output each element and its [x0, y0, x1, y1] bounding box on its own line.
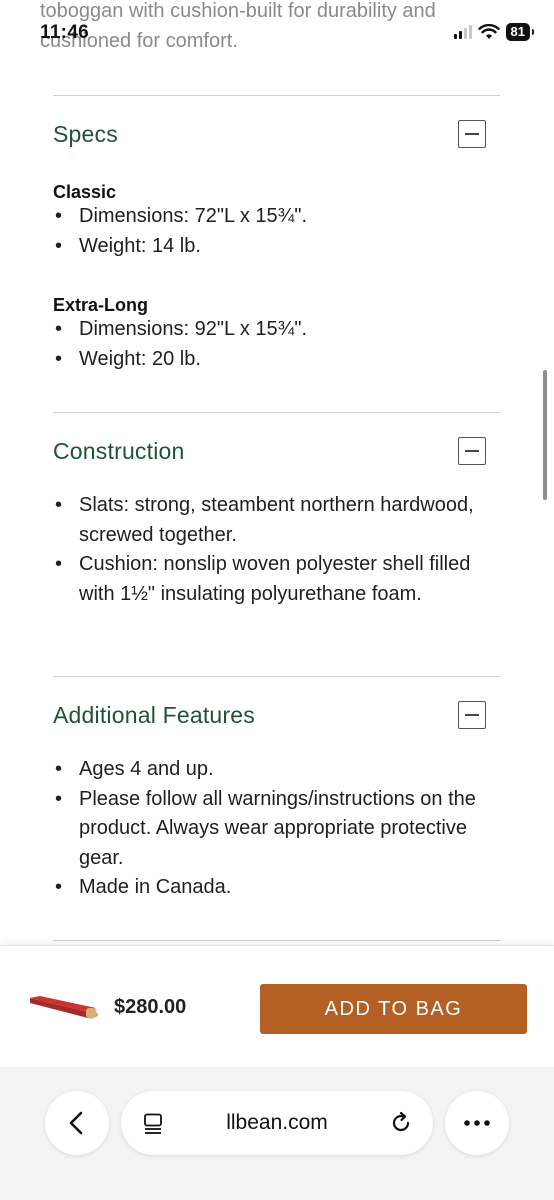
- divider: [53, 676, 500, 677]
- construction-list: Slats: strong, steambent northern hardwo…: [53, 491, 500, 609]
- status-bar: toboggan with cushion-built for durabili…: [0, 0, 554, 60]
- url-text: llbean.com: [226, 1111, 328, 1134]
- collapse-icon[interactable]: [458, 120, 486, 148]
- list-item: Dimensions: 92"L x 15¾".: [53, 315, 307, 345]
- address-bar[interactable]: llbean.com: [121, 1091, 433, 1155]
- spec-group-heading: Extra-Long: [53, 295, 149, 315]
- list-item: Slats: strong, steambent northern hardwo…: [53, 491, 500, 550]
- status-time: 11:46: [40, 22, 90, 43]
- back-arrow-icon: [69, 1111, 83, 1135]
- section-title: Specs: [53, 121, 118, 147]
- section-title: Construction: [53, 438, 185, 464]
- collapse-icon[interactable]: [458, 437, 486, 465]
- features-list: Ages 4 and up. Please follow all warning…: [53, 755, 500, 903]
- section-title: Additional Features: [53, 702, 255, 728]
- list-item: Ages 4 and up.: [53, 755, 500, 785]
- background-description-text: toboggan with cushion-built for durabili…: [40, 0, 436, 52]
- back-button[interactable]: [45, 1091, 109, 1155]
- add-to-bag-button[interactable]: ADD TO BAG: [260, 984, 527, 1034]
- list-item: Dimensions: 72"L x 15¾".: [53, 202, 307, 232]
- divider: [53, 940, 500, 941]
- cellular-signal-icon: [453, 25, 472, 39]
- scrollbar[interactable]: [543, 370, 547, 500]
- toboggan-thumbnail-icon: [30, 996, 98, 1019]
- list-item: Weight: 14 lb.: [53, 232, 307, 262]
- wifi-icon: [477, 24, 500, 39]
- spec-list: Dimensions: 92"L x 15¾". Weight: 20 lb.: [53, 315, 307, 374]
- divider: [53, 412, 500, 413]
- list-item: Made in Canada.: [53, 873, 500, 903]
- list-item: Cushion: nonslip woven polyester shell f…: [53, 550, 500, 609]
- list-item: Weight: 20 lb.: [53, 345, 307, 375]
- product-price: $280.00: [114, 996, 187, 1018]
- spec-group-heading: Classic: [53, 182, 117, 202]
- browser-toolbar: llbean.com: [0, 1067, 554, 1200]
- spec-list: Dimensions: 72"L x 15¾". Weight: 14 lb.: [53, 202, 307, 261]
- battery-indicator: 81: [505, 23, 535, 41]
- status-icons: 81: [453, 23, 535, 41]
- additional-features-section-header[interactable]: Additional Features: [53, 695, 500, 735]
- divider: [53, 95, 500, 96]
- specs-section-header[interactable]: Specs: [53, 114, 500, 154]
- list-item: Please follow all warnings/instructions …: [53, 785, 500, 874]
- more-button[interactable]: [445, 1091, 509, 1155]
- construction-section-header[interactable]: Construction: [53, 431, 500, 471]
- more-icon: [464, 1120, 490, 1126]
- collapse-icon[interactable]: [458, 701, 486, 729]
- reload-icon[interactable]: [389, 1111, 413, 1135]
- sticky-buy-bar: $280.00 ADD TO BAG: [0, 945, 554, 1067]
